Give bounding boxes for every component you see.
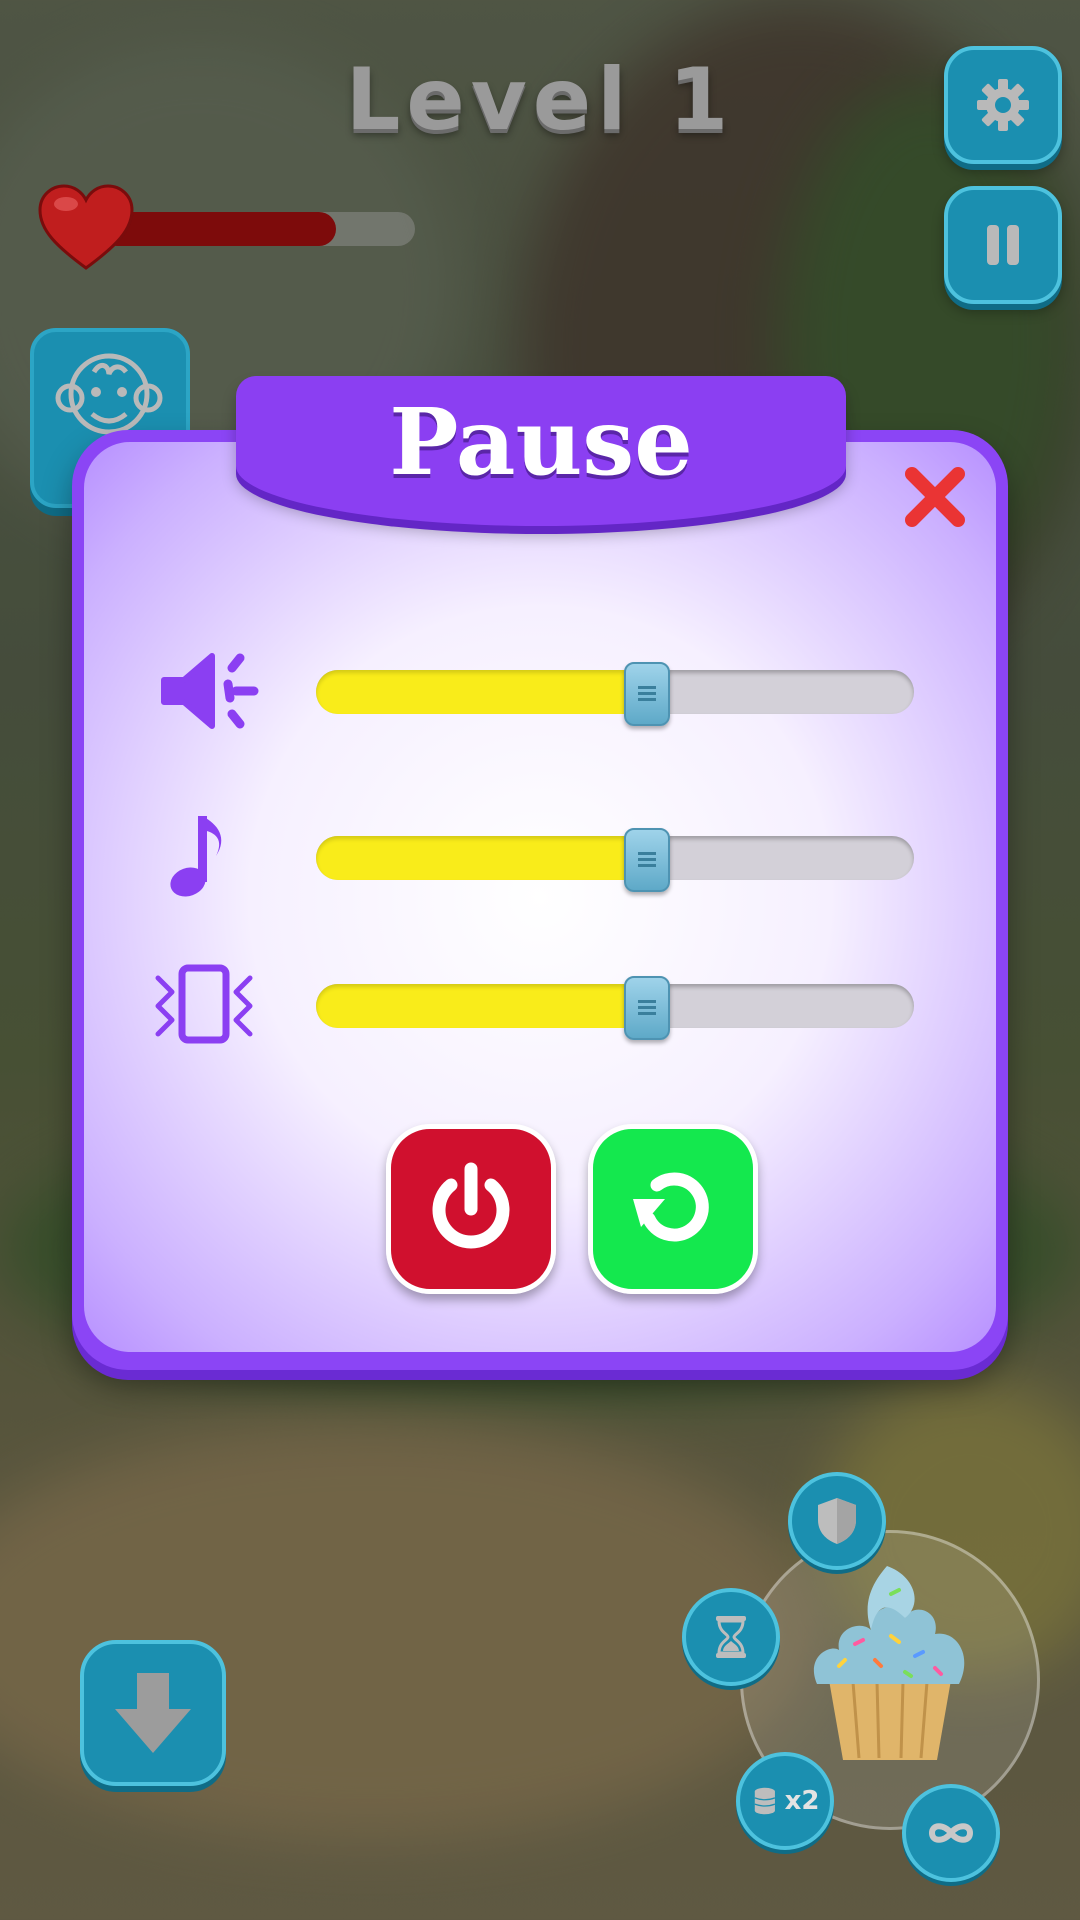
shield-icon: [818, 1498, 856, 1544]
level-title: Level 1: [345, 50, 735, 150]
cupcake-image: [813, 1566, 965, 1760]
arrow-down-icon: [115, 1673, 191, 1753]
music-note-icon: [170, 816, 222, 897]
restart-button[interactable]: [588, 1124, 758, 1294]
music-volume-thumb[interactable]: [623, 828, 670, 892]
timer-powerup-button[interactable]: [682, 1588, 780, 1686]
vibration-fill: [316, 984, 645, 1028]
music-volume-row: [0, 812, 1080, 902]
pause-button[interactable]: [944, 186, 1062, 304]
vibration-row: [0, 960, 1080, 1050]
coin-stack-icon: [754, 1787, 775, 1815]
pause-dialog-title: Pause: [389, 388, 693, 496]
speaker-volume-icon: [161, 653, 259, 729]
sound-volume-thumb[interactable]: [623, 662, 670, 726]
gear-icon: [977, 79, 1029, 131]
heart-icon: [38, 184, 134, 270]
hourglass-icon: [716, 1616, 746, 1658]
music-volume-slider[interactable]: [316, 828, 914, 892]
sound-volume-row: [0, 646, 1080, 736]
settings-button[interactable]: [944, 46, 1062, 164]
pause-dialog-header: Pause: [236, 376, 846, 526]
infinity-icon: [928, 1823, 974, 1843]
music-volume-fill: [316, 836, 645, 880]
sound-volume-slider[interactable]: [316, 662, 914, 726]
pause-icon: [987, 225, 1019, 265]
power-icon: [432, 1162, 510, 1249]
restart-icon: [633, 1172, 709, 1242]
sound-volume-fill: [316, 670, 645, 714]
vibration-thumb[interactable]: [623, 976, 670, 1040]
coin-multiplier-label: x2: [784, 1786, 820, 1816]
vibration-slider[interactable]: [316, 976, 914, 1040]
vibration-icon: [155, 964, 253, 1044]
shield-powerup-button[interactable]: [788, 1472, 886, 1570]
close-icon[interactable]: [900, 462, 970, 532]
coin-multiplier-button[interactable]: x2: [736, 1752, 834, 1850]
infinite-powerup-button[interactable]: [902, 1784, 1000, 1882]
health-track: [100, 212, 415, 246]
quit-button[interactable]: [386, 1124, 556, 1294]
drop-button[interactable]: [80, 1640, 226, 1786]
